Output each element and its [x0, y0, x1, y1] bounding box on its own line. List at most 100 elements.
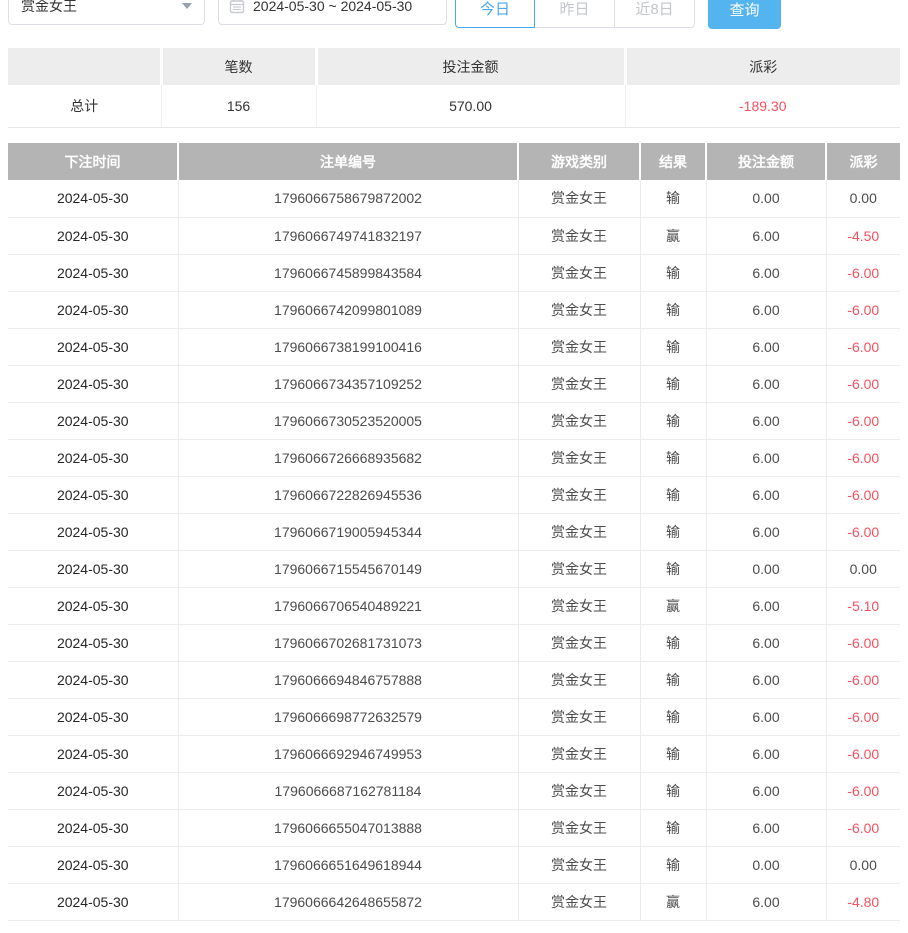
- cell-order-id: 1796066692946749953: [178, 735, 518, 772]
- cell-result: 输: [640, 661, 706, 698]
- cell-bet-time: 2024-05-30: [8, 550, 178, 587]
- cell-bet-time: 2024-05-30: [8, 624, 178, 661]
- cell-bet-time: 2024-05-30: [8, 476, 178, 513]
- col-header-result: 结果: [640, 143, 706, 180]
- today-button[interactable]: 今日: [455, 0, 535, 28]
- cell-payout: -6.00: [826, 698, 900, 735]
- summary-header-payout: 派彩: [625, 48, 900, 85]
- summary-total-count: 156: [161, 85, 316, 127]
- cell-payout: -4.80: [826, 883, 900, 920]
- cell-result: 输: [640, 624, 706, 661]
- cell-order-id: 1796066655047013888: [178, 809, 518, 846]
- cell-payout: 0.00: [826, 846, 900, 883]
- cell-result: 赢: [640, 587, 706, 624]
- table-row: 2024-05-301796066692946749953赏金女王输6.00-6…: [8, 735, 900, 772]
- table-row: 2024-05-301796066758679872002赏金女王输0.000.…: [8, 180, 900, 217]
- bet-records-table: 下注时间 注单编号 游戏类别 结果 投注金额 派彩 2024-05-301796…: [8, 143, 900, 921]
- cell-game-type: 赏金女王: [518, 180, 640, 217]
- cell-game-type: 赏金女王: [518, 217, 640, 254]
- cell-game-type: 赏金女王: [518, 846, 640, 883]
- cell-bet-amount: 0.00: [706, 180, 826, 217]
- cell-result: 输: [640, 254, 706, 291]
- cell-payout: -6.00: [826, 772, 900, 809]
- summary-header-blank: [8, 48, 161, 85]
- cell-bet-time: 2024-05-30: [8, 217, 178, 254]
- cell-result: 输: [640, 735, 706, 772]
- table-row: 2024-05-301796066706540489221赏金女王赢6.00-5…: [8, 587, 900, 624]
- cell-order-id: 1796066706540489221: [178, 587, 518, 624]
- summary-total-label: 总计: [8, 85, 161, 127]
- table-row: 2024-05-301796066738199100416赏金女王输6.00-6…: [8, 328, 900, 365]
- cell-bet-amount: 6.00: [706, 476, 826, 513]
- cell-payout: -5.10: [826, 587, 900, 624]
- table-row: 2024-05-301796066745899843584赏金女王输6.00-6…: [8, 254, 900, 291]
- cell-payout: -6.00: [826, 624, 900, 661]
- date-range-input[interactable]: 2024-05-30 ~ 2024-05-30: [218, 0, 447, 25]
- summary-total-row: 总计 156 570.00 -189.30: [8, 85, 900, 127]
- table-row: 2024-05-301796066698772632579赏金女王输6.00-6…: [8, 698, 900, 735]
- cell-game-type: 赏金女王: [518, 809, 640, 846]
- game-type-select-value: 赏金女王: [21, 0, 77, 16]
- cell-bet-time: 2024-05-30: [8, 883, 178, 920]
- cell-payout: -6.00: [826, 439, 900, 476]
- summary-table: 笔数 投注金额 派彩 总计 156 570.00 -189.30: [8, 48, 900, 128]
- cell-payout: -6.00: [826, 328, 900, 365]
- cell-bet-amount: 6.00: [706, 735, 826, 772]
- cell-order-id: 1796066726668935682: [178, 439, 518, 476]
- cell-order-id: 1796066730523520005: [178, 402, 518, 439]
- col-header-bet-amount: 投注金额: [706, 143, 826, 180]
- query-button[interactable]: 查询: [708, 0, 781, 29]
- cell-bet-time: 2024-05-30: [8, 513, 178, 550]
- cell-result: 输: [640, 180, 706, 217]
- cell-bet-amount: 6.00: [706, 624, 826, 661]
- cell-order-id: 1796066745899843584: [178, 254, 518, 291]
- cell-order-id: 1796066694846757888: [178, 661, 518, 698]
- cell-game-type: 赏金女王: [518, 550, 640, 587]
- table-row: 2024-05-301796066722826945536赏金女王输6.00-6…: [8, 476, 900, 513]
- cell-order-id: 1796066702681731073: [178, 624, 518, 661]
- cell-bet-time: 2024-05-30: [8, 402, 178, 439]
- cell-bet-time: 2024-05-30: [8, 661, 178, 698]
- cell-bet-amount: 6.00: [706, 328, 826, 365]
- summary-total-payout: -189.30: [625, 85, 900, 127]
- chevron-down-icon: [182, 3, 192, 9]
- calendar-icon: [229, 0, 245, 14]
- cell-bet-time: 2024-05-30: [8, 698, 178, 735]
- table-row: 2024-05-301796066715545670149赏金女王输0.000.…: [8, 550, 900, 587]
- cell-game-type: 赏金女王: [518, 439, 640, 476]
- col-header-order-id: 注单编号: [178, 143, 518, 180]
- cell-bet-time: 2024-05-30: [8, 772, 178, 809]
- cell-bet-time: 2024-05-30: [8, 846, 178, 883]
- cell-game-type: 赏金女王: [518, 291, 640, 328]
- table-row: 2024-05-301796066742099801089赏金女王输6.00-6…: [8, 291, 900, 328]
- cell-payout: -6.00: [826, 476, 900, 513]
- cell-result: 输: [640, 476, 706, 513]
- yesterday-button[interactable]: 昨日: [535, 0, 615, 28]
- cell-result: 输: [640, 698, 706, 735]
- cell-order-id: 1796066651649618944: [178, 846, 518, 883]
- table-row: 2024-05-301796066749741832197赏金女王赢6.00-4…: [8, 217, 900, 254]
- cell-order-id: 1796066719005945344: [178, 513, 518, 550]
- col-header-bet-time: 下注时间: [8, 143, 178, 180]
- cell-result: 输: [640, 809, 706, 846]
- cell-bet-time: 2024-05-30: [8, 587, 178, 624]
- cell-result: 输: [640, 291, 706, 328]
- cell-result: 赢: [640, 217, 706, 254]
- game-type-select[interactable]: 赏金女王: [8, 0, 205, 25]
- cell-result: 输: [640, 365, 706, 402]
- cell-order-id: 1796066742099801089: [178, 291, 518, 328]
- cell-order-id: 1796066642648655872: [178, 883, 518, 920]
- table-row: 2024-05-301796066702681731073赏金女王输6.00-6…: [8, 624, 900, 661]
- col-header-payout: 派彩: [826, 143, 900, 180]
- cell-payout: -6.00: [826, 291, 900, 328]
- cell-game-type: 赏金女王: [518, 476, 640, 513]
- cell-result: 赢: [640, 883, 706, 920]
- cell-payout: 0.00: [826, 180, 900, 217]
- last-8-days-button[interactable]: 近8日: [615, 0, 695, 28]
- cell-order-id: 1796066722826945536: [178, 476, 518, 513]
- cell-game-type: 赏金女王: [518, 328, 640, 365]
- cell-order-id: 1796066749741832197: [178, 217, 518, 254]
- summary-header-count: 笔数: [161, 48, 316, 85]
- cell-bet-time: 2024-05-30: [8, 439, 178, 476]
- cell-bet-amount: 0.00: [706, 550, 826, 587]
